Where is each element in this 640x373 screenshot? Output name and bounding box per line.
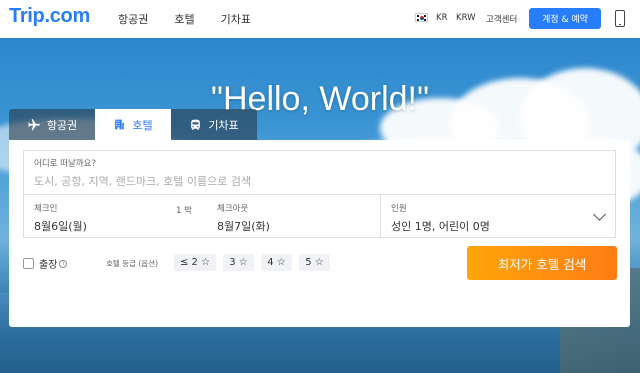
- grade-4-star-button[interactable]: 4 ☆: [261, 254, 292, 271]
- checkout-label: 체크아웃: [217, 204, 249, 214]
- hotel-icon: [115, 119, 125, 130]
- chevron-down-icon[interactable]: [593, 208, 606, 221]
- grade-5-star-button[interactable]: 5 ☆: [299, 254, 330, 271]
- tab-flights-label: 항공권: [46, 118, 78, 132]
- trip-logo[interactable]: Trip.com: [9, 5, 90, 28]
- destination-input[interactable]: 도시, 공항, 지역, 랜드마크, 호텔 이름으로 검색: [34, 173, 251, 189]
- business-trip-checkbox[interactable]: [23, 258, 34, 269]
- nav-hotels[interactable]: 호텔: [174, 11, 194, 27]
- business-trip-label: 출장: [39, 260, 58, 271]
- top-header: Trip.com 항공권 호텔 기차표 KR KRW 고객센터 계정 & 예약: [0, 0, 640, 38]
- tab-flights[interactable]: 항공권: [9, 109, 95, 140]
- phone-icon[interactable]: [615, 10, 625, 27]
- train-icon: [191, 119, 201, 130]
- search-hotels-button[interactable]: 최저가 호텔 검색: [467, 246, 617, 280]
- customer-support-link[interactable]: 고객센터: [486, 13, 517, 25]
- checkin-date[interactable]: 8월6일(월): [34, 218, 87, 234]
- nav-flights[interactable]: 항공권: [118, 11, 148, 27]
- airplane-icon: [27, 118, 40, 130]
- tab-trains-label: 기차표: [208, 118, 239, 132]
- hotel-grade-label: 호텔 등급 (옵션): [106, 259, 159, 268]
- info-icon[interactable]: i: [59, 259, 68, 268]
- tab-trains[interactable]: 기차표: [171, 109, 257, 140]
- currency-selector[interactable]: KRW: [456, 13, 476, 23]
- checkin-label: 체크인: [34, 204, 58, 214]
- product-tabs: 항공권 호텔 기차표: [9, 109, 257, 140]
- grade-2-star-button[interactable]: ≤ 2 ☆: [174, 254, 216, 271]
- nav-trains[interactable]: 기차표: [221, 11, 251, 27]
- grade-3-star-button[interactable]: 3 ☆: [223, 254, 254, 271]
- guests-selector[interactable]: 성인 1명, 어린이 0명: [391, 218, 490, 234]
- guests-label: 인원: [391, 204, 407, 214]
- field-divider: [380, 195, 381, 237]
- korea-flag-icon[interactable]: [415, 13, 428, 22]
- nights-count: 1 박: [176, 206, 192, 216]
- destination-label: 어디로 떠날까요?: [34, 159, 96, 169]
- checkout-date[interactable]: 8월7일(화): [217, 218, 270, 234]
- tab-hotels-label: 호텔: [132, 118, 153, 132]
- destination-field[interactable]: 어디로 떠날까요? 도시, 공항, 지역, 랜드마크, 호텔 이름으로 검색: [23, 150, 616, 194]
- account-booking-button[interactable]: 계정 & 예약: [529, 8, 601, 29]
- business-trip-option[interactable]: 출장 i: [23, 256, 68, 271]
- language-selector[interactable]: KR: [436, 13, 447, 23]
- hotel-search-form: 어디로 떠날까요? 도시, 공항, 지역, 랜드마크, 호텔 이름으로 검색 체…: [9, 140, 630, 327]
- tab-hotels[interactable]: 호텔: [95, 109, 171, 140]
- main-nav: 항공권 호텔 기차표: [118, 11, 277, 27]
- date-guest-row: 체크인 8월6일(월) 1 박 체크아웃 8월7일(화) 인원 성인 1명, 어…: [23, 194, 616, 238]
